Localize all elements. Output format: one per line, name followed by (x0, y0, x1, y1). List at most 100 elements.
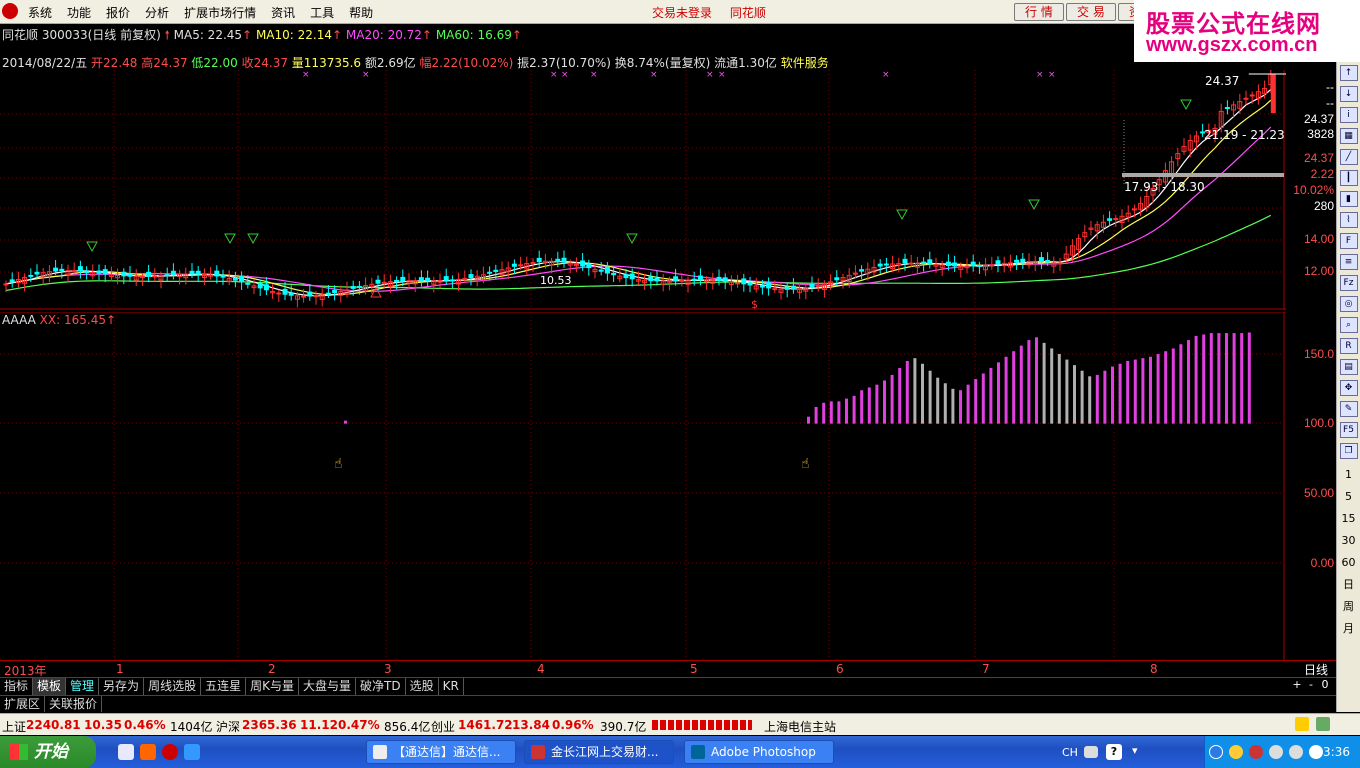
keyboard-icon[interactable] (1084, 746, 1098, 758)
menu-tools[interactable]: 工具 (310, 4, 334, 21)
candle-body (859, 269, 865, 272)
indicator-chart[interactable]: AAAA XX: 165.45↑ 150.0 100.0 50.00 0.00 … (0, 312, 1334, 660)
period-month[interactable]: 月 (1337, 618, 1360, 640)
menu-help[interactable]: 帮助 (349, 4, 373, 21)
menu-analysis[interactable]: 分析 (145, 4, 169, 21)
server-station[interactable]: 上海电信主站 (764, 718, 836, 735)
trend-icon[interactable]: ⌇ (1339, 212, 1358, 228)
tab-extension-area[interactable]: 扩展区 (0, 696, 46, 712)
menu-news[interactable]: 资讯 (271, 4, 295, 21)
lock-icon[interactable] (1295, 717, 1309, 731)
f5-icon[interactable]: F5 (1339, 422, 1358, 438)
kline-red-icon[interactable]: ▮ (1339, 191, 1358, 207)
candle-body (518, 264, 524, 267)
show-desktop-icon[interactable] (118, 744, 134, 760)
tab-reset-button[interactable]: 0 (1318, 678, 1332, 691)
quicklaunch-browser-icon[interactable] (184, 744, 200, 760)
tray-status-icon[interactable] (1316, 717, 1330, 731)
candle-body (747, 282, 753, 286)
grid-icon[interactable]: ▦ (1339, 128, 1358, 144)
quote-button[interactable]: 行 情 (1014, 3, 1064, 21)
period-label[interactable]: 日线 (1296, 660, 1336, 677)
quicklaunch-app-icon[interactable] (140, 744, 156, 760)
tab-related-quotes[interactable]: 关联报价 (45, 696, 103, 712)
line-chart-icon[interactable]: ╱ (1339, 149, 1358, 165)
menu-function[interactable]: 功能 (67, 4, 91, 21)
indicator-bar (1035, 337, 1038, 424)
menu-system[interactable]: 系统 (28, 4, 52, 21)
side-change: 2.22 (1310, 167, 1334, 181)
search-icon[interactable]: ⌕ (1339, 317, 1358, 333)
price-axis-14: 14.00 (1303, 232, 1334, 246)
sell-signal-arrow (626, 233, 638, 245)
magnify-icon[interactable]: ◎ (1339, 296, 1358, 312)
tray-shield-icon[interactable] (1269, 745, 1283, 759)
task-jcj[interactable]: 金长江网上交易财... (524, 740, 674, 764)
indicator-bar (829, 401, 833, 424)
tab-five-stars[interactable]: 五连星 (201, 678, 247, 695)
fz-icon[interactable]: Fz (1339, 275, 1358, 291)
menu-extended-market[interactable]: 扩展市场行情 (184, 4, 256, 21)
news-icon[interactable]: ≡ (1339, 254, 1358, 270)
price-chart-canvas[interactable]: $× × × × × × × × × × × (0, 70, 1286, 310)
tab-indicator[interactable]: 指标 (0, 678, 34, 695)
tab-kr[interactable]: KR (439, 678, 464, 695)
move-icon[interactable]: ✥ (1339, 380, 1358, 396)
indicator-value: XX: 165.45 (39, 313, 106, 327)
tab-pick[interactable]: 选股 (406, 678, 439, 695)
kline-icon[interactable]: ┃ (1339, 170, 1358, 186)
period-day[interactable]: 日 (1337, 574, 1360, 596)
indicator-bar (1080, 370, 1084, 424)
period-60min[interactable]: 60 (1337, 552, 1360, 574)
help-icon[interactable]: ? (1106, 744, 1122, 760)
tray-app-icon[interactable] (1249, 745, 1263, 759)
period-15min[interactable]: 15 (1337, 508, 1360, 530)
pen-icon[interactable]: ✎ (1339, 401, 1358, 417)
indicator-bar (883, 380, 886, 424)
tray-expand-icon[interactable]: ▾ (1132, 744, 1148, 760)
candle-body (989, 264, 995, 267)
indicator-chart-canvas[interactable] (0, 312, 1286, 660)
task-tdx[interactable]: 【通达信】通达信... (366, 740, 516, 764)
task-photoshop-icon (691, 745, 705, 759)
f10-icon[interactable]: F (1339, 233, 1358, 249)
windows-taskbar: 开始 【通达信】通达信... 金长江网上交易财... Adobe Photosh… (0, 736, 1360, 768)
start-button[interactable]: 开始 (0, 736, 96, 768)
tab-index-vol[interactable]: 大盘与量 (299, 678, 356, 695)
candle-body (654, 278, 660, 282)
tab-save-as[interactable]: 另存为 (99, 678, 145, 695)
chart-icon[interactable]: ▤ (1339, 359, 1358, 375)
clock[interactable]: 13:36 (1315, 745, 1350, 759)
price-chart[interactable]: $ × × × × × × × × × × × 14.00 12.00 -- -- 24.37 382… (0, 70, 1334, 310)
period-5min[interactable]: 5 (1337, 486, 1360, 508)
period-30min[interactable]: 30 (1337, 530, 1360, 552)
period-week[interactable]: 周 (1337, 596, 1360, 618)
candle-body (623, 274, 629, 279)
up-icon[interactable]: ↑ (1339, 65, 1358, 81)
tab-remove-button[interactable]: - (1304, 678, 1318, 691)
info-icon[interactable]: i (1339, 107, 1358, 123)
indicator-name[interactable]: AAAA (2, 313, 36, 327)
copy-icon[interactable]: ❐ (1339, 443, 1358, 459)
tab-template[interactable]: 模板 (33, 678, 67, 695)
tab-add-button[interactable]: + (1290, 678, 1304, 691)
task-photoshop[interactable]: Adobe Photoshop (684, 740, 834, 764)
tray-back-icon[interactable] (1209, 745, 1223, 759)
tab-td[interactable]: 破净TD (356, 678, 406, 695)
tray-sound-icon[interactable] (1229, 745, 1243, 759)
language-indicator[interactable]: CH (1062, 746, 1078, 759)
rsi-icon[interactable]: R (1339, 338, 1358, 354)
quicklaunch-tonghuashun-icon[interactable] (162, 744, 178, 760)
menu-quote[interactable]: 报价 (106, 4, 130, 21)
candle-body (1107, 218, 1113, 221)
period-1min[interactable]: 1 (1337, 464, 1360, 486)
indicator-bar (951, 388, 955, 424)
tray-network-icon[interactable] (1289, 745, 1303, 759)
trade-button[interactable]: 交 易 (1066, 3, 1116, 21)
tab-weekly-k-vol[interactable]: 周K与量 (246, 678, 299, 695)
tab-manage[interactable]: 管理 (66, 678, 100, 695)
trade-login-status[interactable]: 交易未登录 (652, 6, 712, 20)
down-icon[interactable]: ↓ (1339, 86, 1358, 102)
side-change-pct: 10.02% (1293, 183, 1334, 197)
tab-weekly-pick[interactable]: 周线选股 (144, 678, 202, 695)
